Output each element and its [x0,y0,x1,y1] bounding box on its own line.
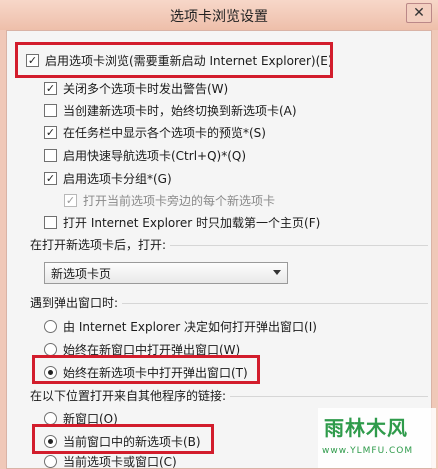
load-first-home-checkbox[interactable] [44,215,57,229]
dialog-title: 选项卡浏览设置 [170,9,268,25]
tab-groups-option[interactable]: ✓ 启用选项卡分组*(G) [44,168,172,188]
new-tab-select[interactable]: 新选项卡页 [44,262,288,284]
quick-tabs-label: 启用快速导航选项卡(Ctrl+Q)*(Q) [63,148,247,163]
new-tab-selected-value: 新选项卡页 [51,266,112,281]
popup-new-window-radio[interactable] [44,342,57,356]
open-next-to-current-checkbox: ✓ [64,193,77,207]
links-new-window-radio[interactable] [44,411,57,425]
open-next-to-current-option: ✓ 打开当前选项卡旁边的每个新选项卡 [64,190,275,210]
quick-tabs-option[interactable]: 启用快速导航选项卡(Ctrl+Q)*(Q) [44,145,246,165]
warn-close-checkbox[interactable]: ✓ [44,81,57,95]
switch-new-tab-checkbox[interactable] [44,103,57,117]
tab-groups-checkbox[interactable]: ✓ [44,171,57,185]
chevron-down-icon [273,270,281,275]
taskbar-previews-checkbox[interactable]: ✓ [44,125,57,139]
warn-close-option[interactable]: ✓ 关闭多个选项卡时发出警告(W) [44,78,228,98]
quick-tabs-checkbox[interactable] [44,148,57,162]
warn-close-label: 关闭多个选项卡时发出警告(W) [63,81,229,96]
open-next-to-current-label: 打开当前选项卡旁边的每个新选项卡 [83,193,276,208]
watermark-logo: 雨林木风 [324,416,408,440]
switch-new-tab-label: 当创建新选项卡时，始终切换到新选项卡(A) [63,103,297,118]
highlight-box-popup-new-tab [32,355,260,384]
popup-option-ie-decides[interactable]: 由 Internet Explorer 决定如何打开弹出窗口(I) [44,316,317,336]
close-button[interactable]: ✕ [406,3,432,23]
links-current-tab-radio[interactable] [44,454,57,468]
taskbar-previews-option[interactable]: ✓ 在任务栏中显示各个选项卡的预览*(S) [44,122,266,142]
popup-section-label: 遇到弹出窗口时: [30,294,123,312]
highlight-box-enable-tabs [15,42,333,78]
watermark-url: www.YLMFU.COM [322,446,414,456]
links-section-label: 在以下位置打开来自其他程序的链接: [30,387,231,405]
tab-groups-label: 启用选项卡分组*(G) [63,171,172,186]
taskbar-previews-label: 在任务栏中显示各个选项卡的预览*(S) [63,125,266,140]
highlight-box-links-new-tab [32,424,214,454]
load-first-home-label: 打开 Internet Explorer 时只加载第一个主页(F) [63,215,321,230]
popup-ie-decides-label: 由 Internet Explorer 决定如何打开弹出窗口(I) [63,319,317,334]
switch-new-tab-option[interactable]: 当创建新选项卡时，始终切换到新选项卡(A) [44,100,297,120]
new-tab-section-label: 在打开新选项卡后，打开: [30,236,171,254]
load-first-home-option[interactable]: 打开 Internet Explorer 时只加载第一个主页(F) [44,212,320,232]
links-current-tab-label: 当前选项卡或窗口(C) [63,454,177,469]
popup-ie-decides-radio[interactable] [44,319,57,333]
watermark: 雨林木风 www.YLMFU.COM [318,408,436,468]
title-bar: 选项卡浏览设置 ✕ [0,0,438,30]
